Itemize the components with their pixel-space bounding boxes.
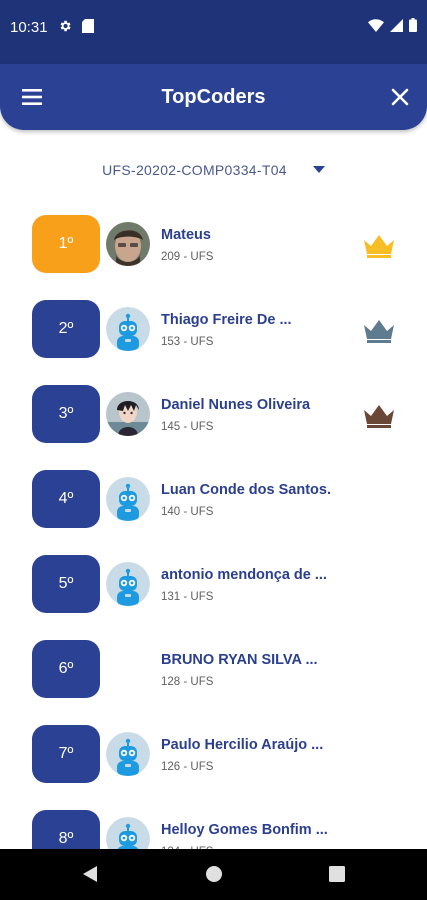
user-score-institution: 140 - UFS [161, 506, 214, 518]
bronze-crown-icon [364, 405, 394, 428]
user-score-institution: 209 - UFS [161, 251, 214, 263]
user-score-institution: 153 - UFS [161, 336, 214, 348]
page-title: TopCoders [161, 86, 266, 108]
position-badge: 7º [32, 725, 100, 783]
ranking-row[interactable]: 1º Mateus 209 - UFS [0, 215, 427, 273]
user-name: BRUNO RYAN SILVA ... [161, 652, 318, 668]
gold-crown-icon [364, 235, 394, 258]
system-nav-bar [0, 849, 427, 900]
robot-avatar-icon [106, 732, 150, 776]
silver-crown-icon [364, 320, 394, 343]
position-badge: 1º [32, 215, 100, 273]
app-bar: TopCoders [0, 64, 427, 130]
back-icon[interactable] [82, 865, 98, 883]
ranking-row[interactable]: 5º antonio mendonça de ... 131 - UFS [0, 555, 427, 613]
ranking-row[interactable]: 2º Thiago Freire De ... 153 - UFS [0, 300, 427, 358]
position-badge: 6º [32, 640, 100, 698]
signal-icon [390, 18, 403, 32]
close-icon[interactable] [389, 86, 411, 108]
user-name: Luan Conde dos Santos. [161, 482, 331, 498]
user-score-institution: 131 - UFS [161, 591, 214, 603]
user-score-institution: 128 - UFS [161, 676, 214, 688]
ranking-row[interactable]: 7º Paulo Hercilio Araújo ... 126 - UFS [0, 725, 427, 783]
user-photo-avatar [106, 222, 150, 266]
caret-down-icon [312, 166, 325, 173]
user-score-institution: 126 - UFS [161, 761, 214, 773]
battery-icon [409, 18, 417, 32]
class-selector-dropdown[interactable]: UFS-20202-COMP0334-T04 [0, 158, 427, 182]
ranking-row[interactable]: 4º Luan Conde dos Santos. 140 - UFS [0, 470, 427, 528]
ranking-row[interactable]: 6º BRUNO RYAN SILVA ... 128 - UFS [0, 640, 427, 698]
user-name: Paulo Hercilio Araújo ... [161, 737, 324, 753]
user-name: Thiago Freire De ... [161, 312, 292, 328]
status-time: 10:31 [10, 19, 48, 36]
user-name: Helloy Gomes Bonfim ... [161, 822, 328, 838]
wifi-icon [368, 18, 384, 32]
position-badge: 4º [32, 470, 100, 528]
class-selector-value: UFS-20202-COMP0334-T04 [102, 162, 287, 178]
user-name: antonio mendonça de ... [161, 567, 327, 583]
status-bar: 10:31 [0, 0, 427, 64]
user-name: Daniel Nunes Oliveira [161, 397, 311, 413]
robot-avatar-icon [106, 562, 150, 606]
home-icon[interactable] [205, 865, 223, 883]
robot-avatar-icon [106, 307, 150, 351]
position-badge: 2º [32, 300, 100, 358]
sd-card-icon [82, 19, 94, 33]
position-badge: 5º [32, 555, 100, 613]
ranking-row[interactable]: 3º Daniel Nunes Oliveira 145 - UFS [0, 385, 427, 443]
user-score-institution: 145 - UFS [161, 421, 214, 433]
user-photo-avatar [106, 392, 150, 436]
robot-avatar-icon [106, 477, 150, 521]
user-name: Mateus [161, 227, 211, 243]
gear-icon [60, 20, 71, 32]
position-badge: 3º [32, 385, 100, 443]
recents-icon[interactable] [329, 866, 345, 882]
